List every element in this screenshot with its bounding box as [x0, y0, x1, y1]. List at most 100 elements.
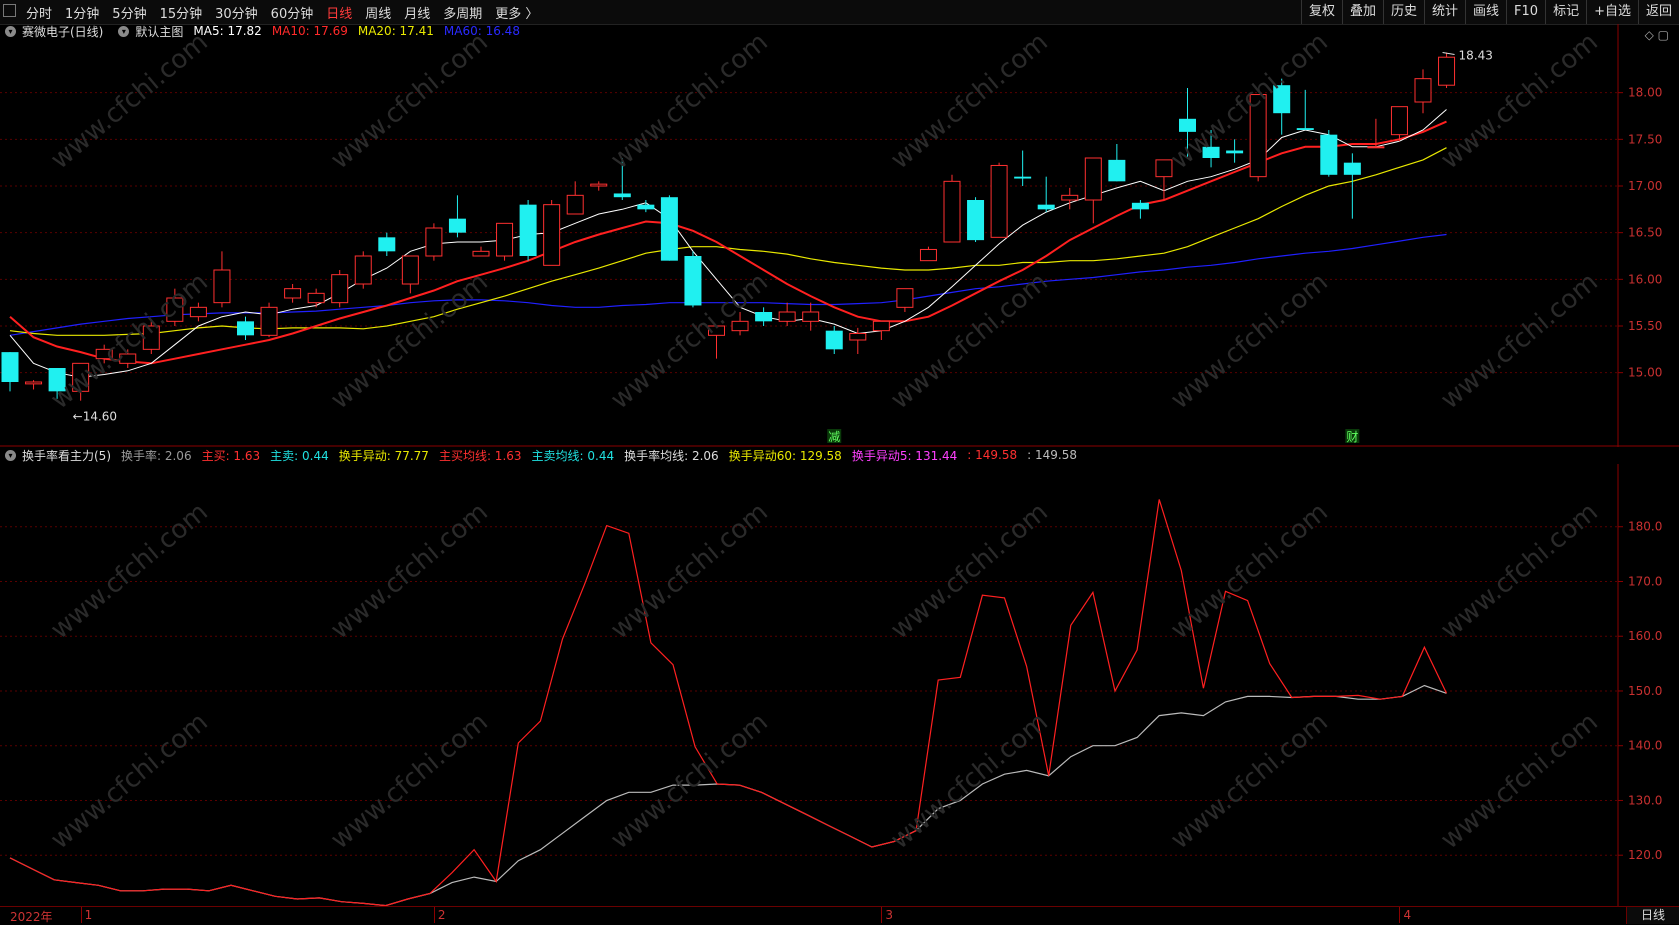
toolbar-button[interactable]: 返回 [1637, 0, 1679, 24]
timeframe-tab[interactable]: 多周期 [443, 3, 482, 22]
candle-body-down [519, 204, 537, 256]
toolbar-button[interactable]: 标记 [1545, 0, 1586, 24]
y-tick-label: 17.00 [1628, 179, 1662, 193]
timeframe-tab[interactable]: 60分钟 [271, 3, 314, 22]
candle-body-up [472, 250, 490, 257]
toolbar-button[interactable]: 叠加 [1341, 0, 1383, 24]
candle-body-down [1179, 118, 1196, 132]
event-marker[interactable]: 减 [828, 430, 840, 444]
month-label: 2 [437, 908, 446, 922]
timeframe-tab[interactable]: 5分钟 [112, 3, 146, 22]
legend-item: 主卖均线: 0.44 [531, 448, 615, 463]
candle-body-down [755, 312, 773, 322]
candle-body-up [1390, 106, 1408, 136]
candle-body-down [378, 237, 396, 252]
candle-body-up [72, 362, 90, 392]
legend-item: : 149.58 [967, 448, 1018, 462]
timeframe-tab[interactable]: 1分钟 [65, 3, 99, 22]
candle-body-up [943, 180, 961, 243]
indicator-title[interactable]: 换手率看主力(5) [22, 447, 111, 464]
month-tick [1399, 907, 1401, 923]
legend-item: : 149.58 [1027, 448, 1078, 462]
candle-body-up [25, 381, 43, 385]
candle-body-down [825, 330, 843, 350]
candle-body-down [1108, 159, 1126, 182]
toolbar-button[interactable]: +自选 [1586, 0, 1638, 24]
toolbar-button[interactable]: 复权 [1300, 0, 1342, 24]
right-toolbar-buttons: 复权 叠加 历史 统计 画线 F10 标记 +自选 返回 [1300, 0, 1679, 24]
y-tick-label: 170.0 [1628, 574, 1662, 588]
candle-body-down [1014, 176, 1032, 179]
low-price-label: ←14.60 [73, 410, 117, 424]
ma5-line [9, 109, 1447, 378]
y-tick-label: 16.50 [1628, 226, 1662, 240]
timeframe-tab[interactable]: 月线 [404, 3, 430, 22]
legend-item: 换手异动5: 131.44 [851, 448, 958, 463]
candle-body-down [237, 321, 254, 336]
y-tick-label: 18.00 [1628, 86, 1662, 100]
candle-body-up [425, 227, 443, 257]
price-chart[interactable]: 15.00 15.50 16.00 16.50 17.00 17.50 18.00 18.43… [0, 24, 1679, 447]
candle-body-up [1438, 56, 1456, 86]
candle-body-up [919, 248, 937, 262]
month-tick [881, 907, 883, 923]
timeframe-tab[interactable]: 日线 [326, 3, 352, 22]
period-button[interactable]: 日线 [1626, 906, 1679, 924]
candle-body-up [1414, 78, 1432, 103]
toolbar-button[interactable]: 画线 [1465, 0, 1506, 24]
candle-body-up [142, 325, 160, 350]
candle-body-up [543, 204, 561, 266]
timeframe-tab[interactable]: 周线 [365, 3, 391, 22]
indicator-legend: ▾ 换手率看主力(5) 换手率: 2.06 主买: 1.63 主卖: 0.44 换手异… [0, 446, 1087, 464]
toolbar-button[interactable]: 统计 [1424, 0, 1465, 24]
legend-item: 换手异动: 77.77 [338, 448, 429, 463]
timeframe-tab[interactable]: 15分钟 [160, 3, 203, 22]
candle-body-up [778, 311, 796, 322]
candle-body-up [849, 332, 867, 341]
toolbar-button[interactable]: F10 [1506, 0, 1545, 24]
candle-body-up [896, 288, 914, 308]
candle-body-up [496, 222, 514, 257]
candle-body-down [448, 218, 466, 233]
y-tick-label: 150.0 [1628, 684, 1662, 698]
collapse-indicator-icon[interactable]: ▾ [5, 449, 16, 461]
candle-body-up [590, 183, 608, 187]
timeframe-tabs: 分时 1分钟 5分钟 15分钟 30分钟 60分钟 日线 周线 月线 多周期 更多 〉 [26, 0, 551, 24]
indicator-chart[interactable]: 120.0 130.0 140.0 150.0 160.0 170.0 180.0 [0, 464, 1679, 906]
candle-body-up [1249, 94, 1267, 178]
candle-body-down [1296, 128, 1314, 130]
legend-item: 主买均线: 1.63 [438, 448, 522, 463]
y-tick-label: 160.0 [1628, 629, 1662, 643]
candle-body-up [872, 320, 890, 332]
y-tick-label: 17.50 [1628, 132, 1662, 146]
timeframe-tab[interactable]: 30分钟 [215, 3, 258, 22]
candle-body-up [566, 194, 584, 215]
timeframe-tab[interactable]: 分时 [26, 3, 52, 22]
indicator-series-line [9, 684, 1447, 906]
year-label: 2022年 [10, 910, 53, 924]
candle-body-up [307, 292, 325, 304]
candle-body-up [213, 269, 231, 304]
window-menu-icon[interactable] [3, 4, 16, 17]
candle-body-up [1084, 157, 1102, 201]
month-label: 4 [1403, 908, 1412, 922]
month-tick [433, 907, 435, 923]
legend-item: 换手率: 2.06 [121, 448, 192, 463]
event-marker[interactable]: 财 [1346, 430, 1358, 444]
y-tick-label: 140.0 [1628, 739, 1662, 753]
candle-body-down [1226, 150, 1244, 154]
y-tick-label: 180.0 [1628, 520, 1662, 534]
candle-body-up [1061, 194, 1079, 201]
candle-body-down [967, 200, 985, 241]
timeframe-tab[interactable]: 更多 〉 [495, 3, 538, 22]
ma20-line [9, 147, 1447, 336]
candle-body-down [1131, 202, 1149, 210]
month-label: 1 [84, 908, 93, 922]
y-tick-label: 130.0 [1628, 793, 1662, 807]
legend-item: 主买: 1.63 [201, 448, 261, 463]
toolbar-button[interactable]: 历史 [1382, 0, 1424, 24]
candle-body-up [731, 320, 749, 332]
candle-body-down [48, 368, 66, 392]
candle-body-down [1, 352, 19, 382]
candle-body-up [166, 297, 184, 322]
